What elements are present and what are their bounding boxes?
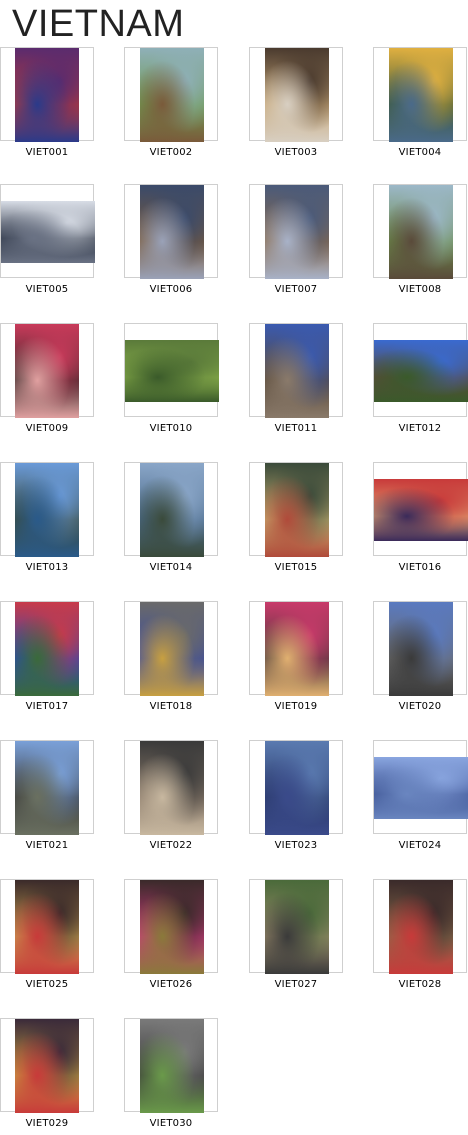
- photo-image: [15, 602, 79, 696]
- thumbnail-viet016[interactable]: [373, 462, 468, 556]
- thumbnail-viet012[interactable]: [373, 323, 468, 417]
- photo-image: [265, 602, 329, 696]
- photo-image: [265, 48, 329, 142]
- thumbnail-viet027[interactable]: [249, 879, 343, 974]
- photo-image: [265, 185, 329, 279]
- thumbnail-viet001[interactable]: [0, 47, 94, 142]
- photo-image: [15, 48, 79, 142]
- thumbnail-viet010[interactable]: [124, 323, 219, 417]
- thumbnail-viet009[interactable]: [0, 323, 94, 418]
- thumbnail-viet028[interactable]: [373, 879, 467, 974]
- thumbnail-viet019[interactable]: [249, 601, 343, 696]
- thumbnail-caption: VIET003: [274, 147, 318, 158]
- thumbnail-viet017[interactable]: [0, 601, 94, 696]
- thumbnail-viet021[interactable]: [0, 740, 94, 835]
- thumbnail-caption: VIET005: [25, 284, 69, 295]
- thumbnail-caption: VIET013: [25, 562, 69, 573]
- thumbnail-caption: VIET026: [149, 979, 193, 990]
- photo-image: [265, 463, 329, 557]
- thumbnail-caption: VIET012: [398, 423, 442, 434]
- thumbnail-caption: VIET030: [149, 1118, 193, 1129]
- thumbnail-viet005[interactable]: [0, 184, 95, 278]
- thumbnail-caption: VIET020: [398, 701, 442, 712]
- page-title: VIETNAM: [12, 3, 185, 45]
- thumbnail-caption: VIET021: [25, 840, 69, 851]
- thumbnail-caption: VIET028: [398, 979, 442, 990]
- thumbnail-caption: VIET017: [25, 701, 69, 712]
- photo-image: [15, 741, 79, 835]
- thumbnail-caption: VIET015: [274, 562, 318, 573]
- thumbnail-viet008[interactable]: [373, 184, 467, 279]
- photo-image: [140, 602, 204, 696]
- thumbnail-caption: VIET011: [274, 423, 318, 434]
- photo-image: [125, 340, 219, 402]
- photo-image: [15, 1019, 79, 1113]
- photo-image: [265, 880, 329, 974]
- photo-image: [374, 757, 468, 819]
- thumbnail-viet029[interactable]: [0, 1018, 94, 1113]
- photo-image: [389, 185, 453, 279]
- thumbnail-caption: VIET001: [25, 147, 69, 158]
- thumbnail-caption: VIET027: [274, 979, 318, 990]
- thumbnail-viet023[interactable]: [249, 740, 343, 835]
- photo-image: [140, 463, 204, 557]
- thumbnail-viet025[interactable]: [0, 879, 94, 974]
- thumbnail-caption: VIET009: [25, 423, 69, 434]
- thumbnail-caption: VIET024: [398, 840, 442, 851]
- thumbnail-viet014[interactable]: [124, 462, 218, 557]
- thumbnail-caption: VIET025: [25, 979, 69, 990]
- thumbnail-caption: VIET018: [149, 701, 193, 712]
- thumbnail-viet004[interactable]: [373, 47, 467, 142]
- photo-image: [374, 479, 468, 541]
- photo-image: [140, 48, 204, 142]
- photo-image: [140, 741, 204, 835]
- thumbnail-viet002[interactable]: [124, 47, 218, 142]
- photo-image: [389, 602, 453, 696]
- thumbnail-caption: VIET016: [398, 562, 442, 573]
- photo-image: [374, 340, 468, 402]
- thumbnail-caption: VIET004: [398, 147, 442, 158]
- photo-image: [265, 324, 329, 418]
- thumbnail-viet013[interactable]: [0, 462, 94, 557]
- thumbnail-caption: VIET014: [149, 562, 193, 573]
- thumbnail-viet022[interactable]: [124, 740, 218, 835]
- thumbnail-caption: VIET022: [149, 840, 193, 851]
- thumbnail-viet026[interactable]: [124, 879, 218, 974]
- thumbnail-caption: VIET019: [274, 701, 318, 712]
- thumbnail-viet003[interactable]: [249, 47, 343, 142]
- thumbnail-viet024[interactable]: [373, 740, 468, 834]
- thumbnail-viet015[interactable]: [249, 462, 343, 557]
- photo-image: [140, 185, 204, 279]
- thumbnail-caption: VIET010: [149, 423, 193, 434]
- thumbnail-caption: VIET029: [25, 1118, 69, 1129]
- thumbnail-caption: VIET007: [274, 284, 318, 295]
- thumbnail-viet018[interactable]: [124, 601, 218, 696]
- photo-image: [389, 880, 453, 974]
- thumbnail-caption: VIET008: [398, 284, 442, 295]
- photo-image: [140, 880, 204, 974]
- photo-image: [15, 880, 79, 974]
- thumbnail-caption: VIET002: [149, 147, 193, 158]
- photo-image: [265, 741, 329, 835]
- thumbnail-viet020[interactable]: [373, 601, 467, 696]
- photo-image: [140, 1019, 204, 1113]
- thumbnail-viet011[interactable]: [249, 323, 343, 418]
- thumbnail-caption: VIET023: [274, 840, 318, 851]
- photo-image: [1, 201, 95, 263]
- thumbnail-viet030[interactable]: [124, 1018, 218, 1113]
- thumbnail-viet006[interactable]: [124, 184, 218, 279]
- photo-image: [15, 324, 79, 418]
- photo-image: [389, 48, 453, 142]
- thumbnail-caption: VIET006: [149, 284, 193, 295]
- photo-image: [15, 463, 79, 557]
- thumbnail-viet007[interactable]: [249, 184, 343, 279]
